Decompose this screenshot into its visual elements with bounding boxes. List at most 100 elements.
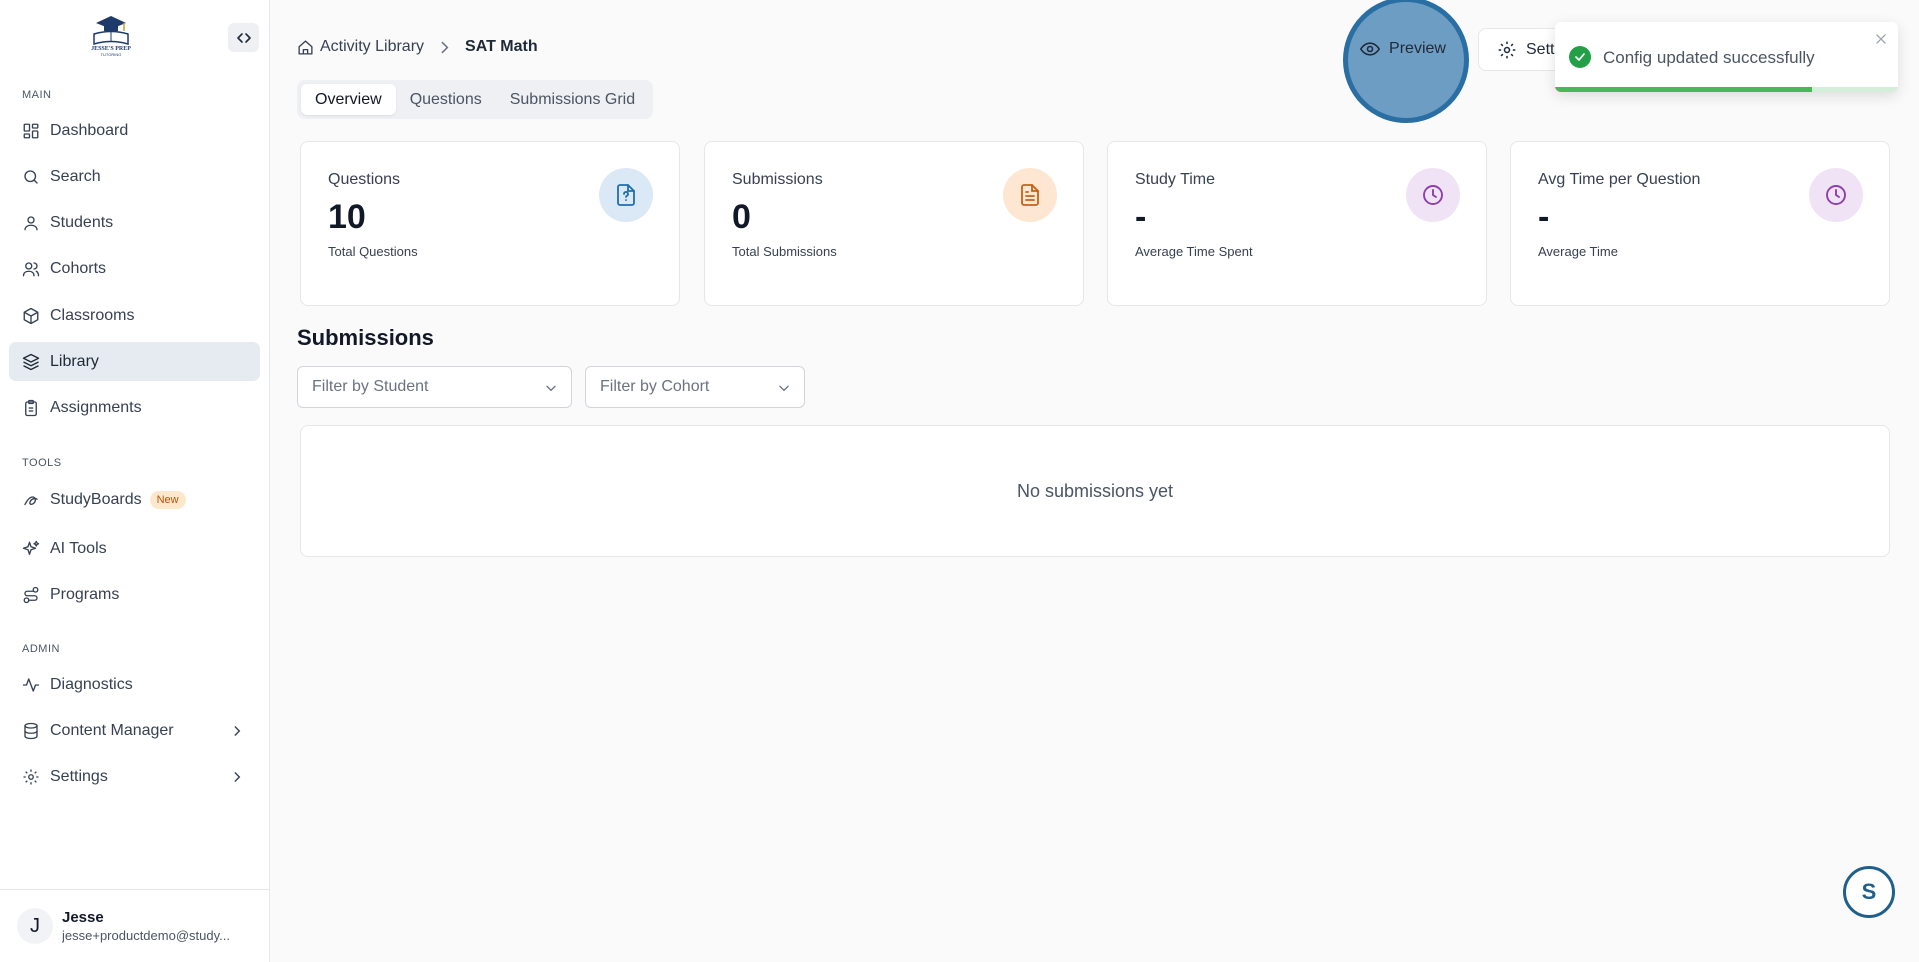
studyboards-icon [24,495,38,505]
breadcrumb-root-link[interactable]: Activity Library [320,38,424,56]
stat-title: Submissions [732,171,823,188]
sidebar-item-label: Search [50,167,101,185]
help-chat-button[interactable]: S [1843,866,1895,918]
sidebar-item-ai-tools[interactable]: AI Tools [9,529,260,568]
question-file-icon [599,168,653,222]
section-label-tools: TOOLS [22,457,62,469]
stat-value: 10 [328,198,366,236]
search-icon [24,169,38,184]
sidebar-item-label: Programs [50,585,120,603]
sidebar-item-label: Settings [50,767,108,785]
sidebar-item-students[interactable]: Students [9,203,260,242]
eye-icon [1360,42,1381,56]
section-label-admin: ADMIN [22,643,60,655]
submissions-empty-state: No submissions yet [300,425,1890,557]
sidebar-item-label: StudyBoards [50,490,142,508]
tab-questions[interactable]: Questions [396,84,496,115]
filter-cohort-placeholder: Filter by Cohort [600,378,710,395]
sidebar-item-dashboard[interactable]: Dashboard [9,111,260,150]
check-circle-icon [1569,46,1591,68]
tab-submissions-grid[interactable]: Submissions Grid [496,84,649,115]
sidebar-item-label: Cohorts [50,259,107,277]
route-icon [23,586,39,603]
sidebar-item-cohorts[interactable]: Cohorts [9,249,260,288]
sparkles-icon [22,540,40,555]
stat-title: Study Time [1135,171,1216,188]
stat-card-questions: Questions 10 Total Questions [300,141,680,306]
box-icon [23,307,39,324]
sidebar-item-label: Students [50,213,114,231]
sidebar-item-diagnostics[interactable]: Diagnostics [9,665,260,704]
filter-by-cohort-select[interactable]: Filter by Cohort [585,366,805,408]
user-profile[interactable]: J Jesse jesse+productdemo@study... [0,889,270,962]
sidebar-item-search[interactable]: Search [9,157,260,196]
collapse-sidebar-button[interactable] [228,23,259,52]
submissions-heading: Submissions [297,325,434,350]
stat-subtitle: Average Time [1538,244,1618,259]
filter-student-placeholder: Filter by Student [312,378,429,395]
tab-overview[interactable]: Overview [301,84,396,115]
sidebar: JESSE'S PREP TUTORING MAIN Dashboard Sea… [0,0,270,962]
layers-icon [22,353,40,370]
preview-button[interactable]: Preview [1348,28,1458,70]
toast-notification: Config updated successfully [1555,22,1898,92]
sidebar-item-label: Assignments [50,398,142,416]
gear-icon [23,769,39,784]
stat-subtitle: Total Questions [328,244,418,259]
toast-message: Config updated successfully [1603,48,1815,67]
user-email: jesse+productdemo@study... [62,928,230,943]
tab-bar: Overview Questions Submissions Grid [297,80,654,119]
toast-progress-bar [1555,87,1813,92]
stat-value: 0 [732,198,751,236]
stat-value: - [1135,198,1147,236]
stat-title: Avg Time per Question [1538,171,1701,188]
document-icon [1003,168,1057,222]
sidebar-item-label: Content Manager [50,721,174,739]
stat-card-study-time: Study Time - Average Time Spent [1107,141,1487,306]
clock-icon [1809,168,1863,222]
database-icon [24,722,38,739]
chevron-right-icon [234,725,241,736]
sidebar-item-programs[interactable]: Programs [9,575,260,614]
sidebar-item-assignments[interactable]: Assignments [9,388,260,427]
stat-subtitle: Total Submissions [732,244,837,259]
sidebar-item-settings[interactable]: Settings [9,757,260,796]
gear-icon [1498,41,1516,58]
sidebar-item-label: Classrooms [50,306,135,324]
dashboard-icon [23,123,39,138]
clipboard-icon [25,399,37,416]
user-icon [24,215,38,230]
stat-card-avg-time-per-question: Avg Time per Question - Average Time [1510,141,1890,306]
sidebar-item-classrooms[interactable]: Classrooms [9,296,260,335]
sidebar-item-label: AI Tools [50,539,107,557]
stat-card-submissions: Submissions 0 Total Submissions [704,141,1084,306]
activity-icon [22,677,40,692]
sidebar-item-studyboards[interactable]: StudyBoards New [9,480,260,519]
clock-icon [1406,168,1460,222]
sidebar-item-library[interactable]: Library [9,342,260,381]
user-name: Jesse [62,909,104,926]
sidebar-item-label: Dashboard [50,121,129,139]
avatar: J [17,908,53,944]
stat-title: Questions [328,171,401,188]
empty-state-text: No submissions yet [1016,480,1174,501]
new-badge: New [149,490,186,509]
breadcrumb: Activity Library SAT Math [297,38,538,56]
svg-text:TUTORING: TUTORING [101,52,122,57]
preview-button-label: Preview [1389,40,1446,57]
chevron-down-icon [546,385,556,392]
brand-logo[interactable]: JESSE'S PREP TUTORING [86,14,136,58]
chevron-right-icon [234,771,241,782]
home-icon [298,39,313,55]
settings-button-label: Setti [1526,40,1559,58]
sidebar-item-label: Diagnostics [50,675,133,693]
sidebar-item-content-manager[interactable]: Content Manager [9,711,260,750]
stat-value: - [1538,198,1550,236]
filter-by-student-select[interactable]: Filter by Student [297,366,572,408]
code-toggle-icon [236,32,251,43]
sidebar-item-label: Library [50,352,99,370]
chevron-right-icon [441,41,449,53]
breadcrumb-current: SAT Math [465,38,538,55]
close-icon[interactable] [1874,32,1888,46]
chevron-down-icon [779,385,789,392]
